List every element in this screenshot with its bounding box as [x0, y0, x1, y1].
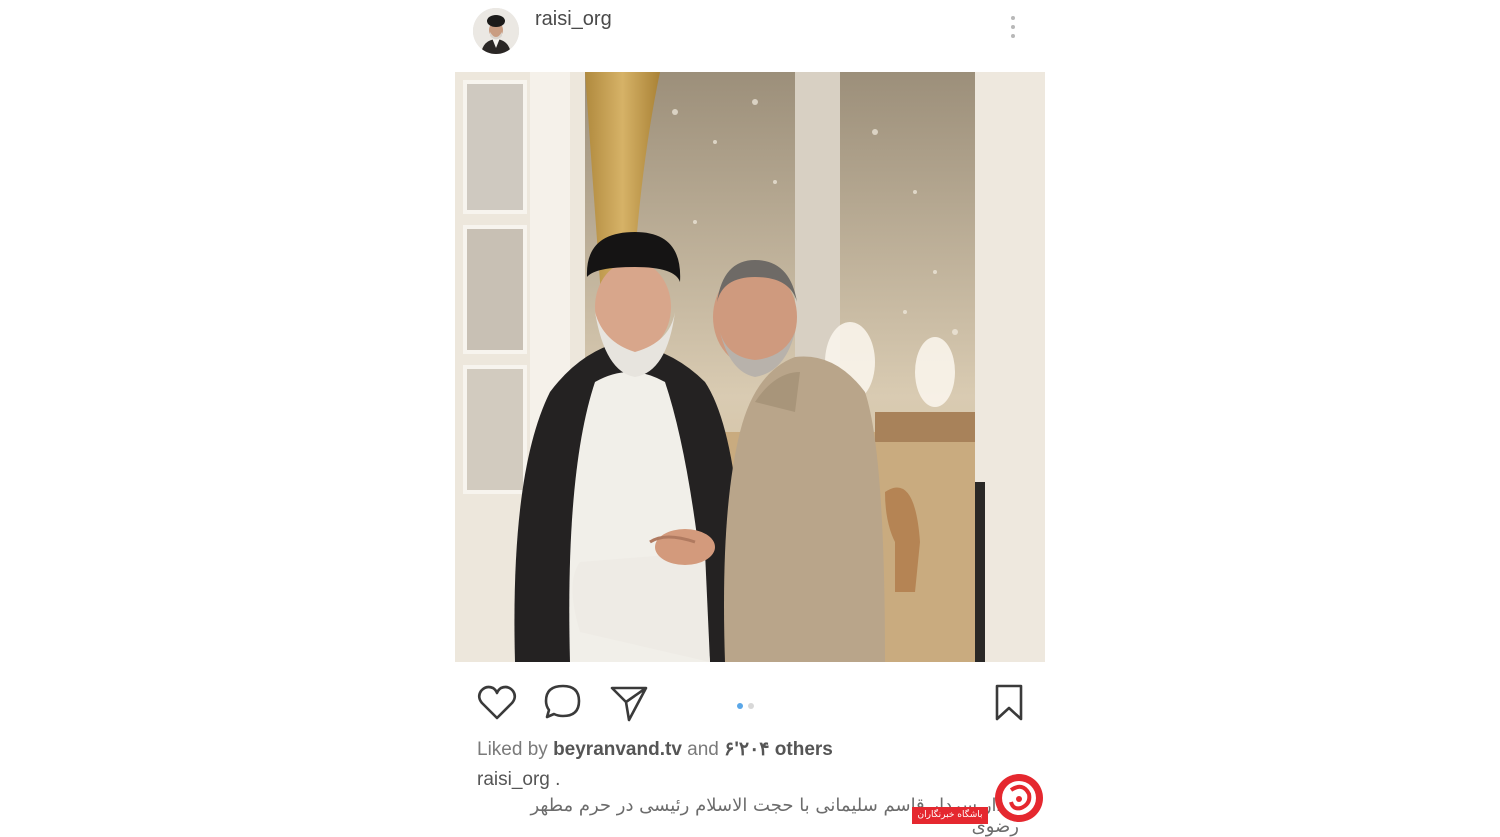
instagram-post: raisi_org Liked by beyranvand.tv and ۶'۲…: [455, 0, 1045, 837]
handshake-photo: [455, 72, 1045, 662]
more-options-icon[interactable]: [1007, 16, 1019, 44]
carousel-indicator: [737, 696, 759, 714]
carousel-dot: [748, 703, 754, 709]
likes-prefix: Liked by: [477, 739, 548, 760]
likes-count[interactable]: ۶'۲۰۴: [724, 739, 769, 760]
likes-and: and: [687, 739, 719, 760]
post-photo[interactable]: [455, 72, 1045, 662]
bookmark-icon[interactable]: [987, 680, 1031, 724]
profile-avatar[interactable]: [473, 8, 519, 54]
likes-line: Liked by beyranvand.tv and ۶'۲۰۴ others: [477, 738, 833, 761]
caption-username[interactable]: raisi_org .: [477, 769, 560, 791]
post-username[interactable]: raisi_org: [535, 8, 612, 31]
carousel-dot-active: [737, 703, 743, 709]
action-bar: [455, 676, 1045, 726]
likes-others[interactable]: others: [775, 739, 833, 760]
liked-by-user-link[interactable]: beyranvand.tv: [553, 739, 682, 760]
heart-icon[interactable]: [475, 680, 519, 724]
avatar-icon: [473, 8, 519, 54]
send-icon[interactable]: [607, 680, 651, 724]
watermark-label: باشگاه خبرنگاران: [912, 807, 988, 824]
comment-icon[interactable]: [541, 680, 585, 724]
news-logo: [991, 772, 1047, 824]
